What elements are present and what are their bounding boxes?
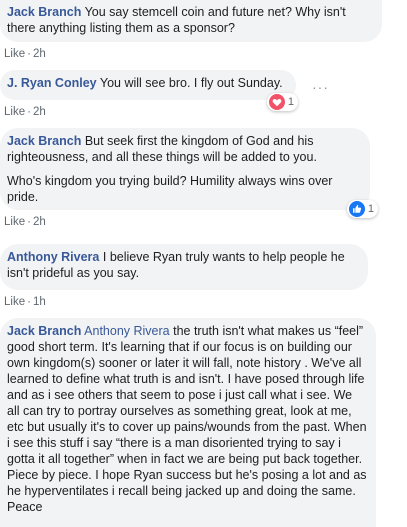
timestamp[interactable]: 1h [33,296,46,308]
comment-author[interactable]: J. Ryan Conley [7,76,97,90]
comment: Jack Branch Anthony Rivera the truth isn… [0,318,376,527]
comment-bubble: Jack Branch You say stemcell coin and fu… [0,0,382,42]
comment-text: Anthony Rivera I believe Ryan truly want… [7,249,359,281]
comment-bubble: J. Ryan Conley You will see bro. I fly o… [0,70,298,111]
comment: Jack Branch But seek first the kingdom o… [0,128,378,230]
comment-body: the truth isn't what makes us “feel” goo… [7,324,367,514]
comment-bubble: Jack Branch But seek first the kingdom o… [0,128,378,218]
more-options-icon[interactable]: ··· [312,79,329,95]
comment-bubble: Anthony Rivera I believe Ryan truly want… [0,244,368,290]
like-link[interactable]: Like [4,48,25,60]
comment-author[interactable]: Jack Branch [7,5,81,19]
timestamp[interactable]: 2h [33,48,46,60]
comment-bubble: Jack Branch Anthony Rivera the truth isn… [0,318,376,527]
comment-actions: Like · 2h [4,48,46,60]
like-icon [348,201,365,217]
comment-author[interactable]: Jack Branch [7,134,81,148]
comment-text: Jack Branch Anthony Rivera the truth isn… [7,323,367,515]
comment-actions: Like · 2h [4,216,46,228]
comment-author[interactable]: Anthony Rivera [7,250,99,264]
reaction-count: 1 [367,203,374,215]
comment-actions: Like · 1h [4,296,46,308]
comment-text: Jack Branch But seek first the kingdom o… [7,133,361,165]
love-icon [268,94,285,110]
comment-body: Who's kingdom you trying build? Humility… [7,174,333,204]
comment: J. Ryan Conley You will see bro. I fly o… [0,70,310,120]
like-link[interactable]: Like [4,296,25,308]
comment-actions: Like · 2h [4,106,46,118]
comment-text: J. Ryan Conley You will see bro. I fly o… [7,75,287,91]
reaction-summary[interactable]: 1 [346,200,378,218]
comment: Anthony Rivera I believe Ryan truly want… [0,244,368,310]
like-link[interactable]: Like [4,216,25,228]
reaction-summary[interactable]: 1 [266,93,298,111]
timestamp[interactable]: 2h [33,106,46,118]
reaction-count: 1 [287,96,294,108]
timestamp[interactable]: 2h [33,216,46,228]
like-link[interactable]: Like [4,106,25,118]
comment-author[interactable]: Jack Branch [7,324,81,338]
comment: Jack Branch You say stemcell coin and fu… [0,0,382,62]
comment-body: You will see bro. I fly out Sunday. [99,76,283,90]
comment-text: Jack Branch You say stemcell coin and fu… [7,4,373,36]
comment-mention[interactable]: Anthony Rivera [84,324,169,338]
